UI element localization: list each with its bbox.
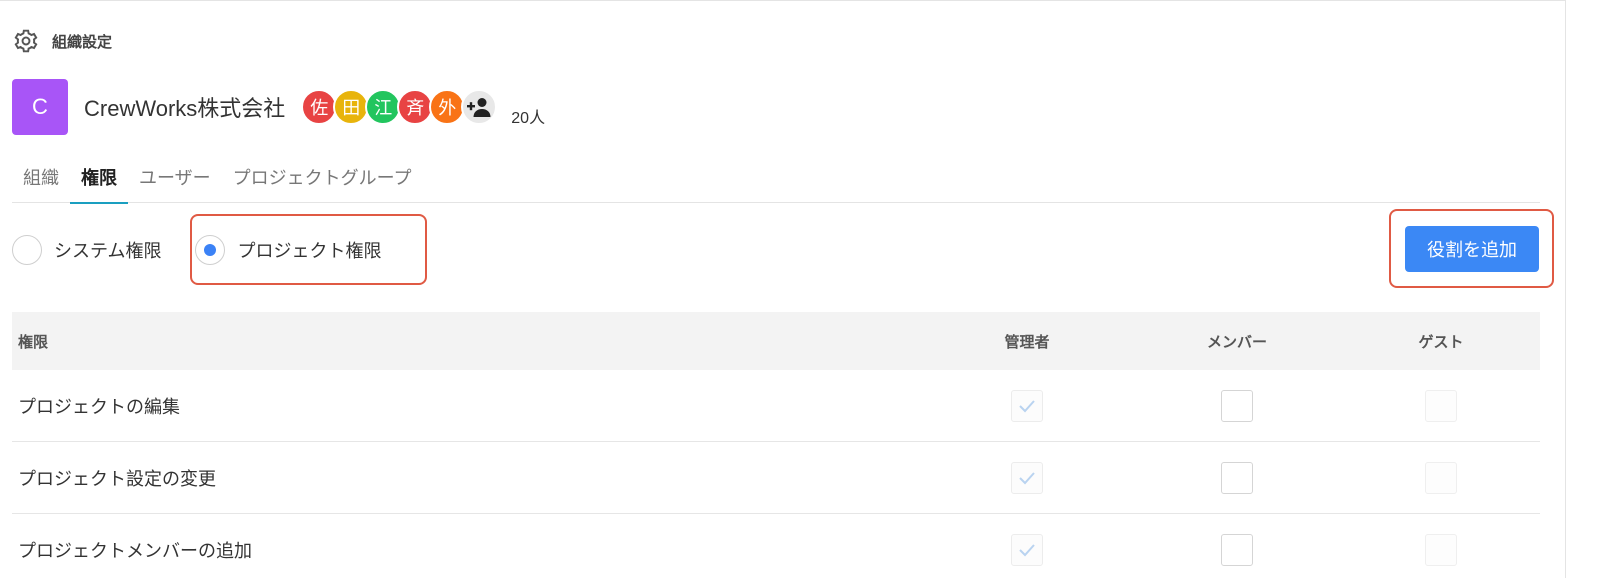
tab-users[interactable]: ユーザー xyxy=(128,151,222,203)
tab-permissions[interactable]: 権限 xyxy=(70,151,128,204)
guest-checkbox xyxy=(1425,389,1457,422)
gear-icon xyxy=(12,27,40,55)
highlight-box xyxy=(1389,209,1554,288)
column-header: 権限 xyxy=(18,333,49,351)
member-avatar[interactable]: 田 xyxy=(333,89,370,125)
tab-organization[interactable]: 組織 xyxy=(12,151,70,203)
member-avatar[interactable]: 佐 xyxy=(301,89,338,125)
table-row: プロジェクトの編集 xyxy=(12,370,1540,442)
member-checkbox[interactable] xyxy=(1221,533,1253,566)
permission-name: プロジェクトメンバーの追加 xyxy=(18,540,252,561)
org-settings-panel: 組織設定 C CrewWorks株式会社 佐 田 江 斉 外 20人 組織 権限… xyxy=(0,0,1566,578)
radio-unchecked-icon[interactable] xyxy=(12,235,42,265)
column-header: ゲスト xyxy=(1418,333,1464,351)
member-checkbox[interactable] xyxy=(1221,461,1253,494)
highlight-box xyxy=(190,214,427,285)
permissions-table: 権限 管理者 メンバー ゲスト プロジェクトの編集 プロジェクト設定の変更 プロ… xyxy=(12,312,1540,578)
org-name: CrewWorks株式会社 xyxy=(84,96,286,121)
org-avatar: C xyxy=(12,79,68,135)
settings-header: 組織設定 xyxy=(12,27,112,55)
member-avatar[interactable]: 江 xyxy=(365,89,402,125)
column-header: 管理者 xyxy=(1004,333,1050,351)
member-count: 20人 xyxy=(511,110,546,127)
permission-name: プロジェクト設定の変更 xyxy=(18,468,216,489)
table-row: プロジェクトメンバーの追加 xyxy=(12,514,1540,578)
admin-checkbox xyxy=(1011,389,1043,422)
guest-checkbox xyxy=(1425,533,1457,566)
table-row: プロジェクト設定の変更 xyxy=(12,442,1540,514)
admin-checkbox xyxy=(1011,461,1043,494)
org-info: C CrewWorks株式会社 佐 田 江 斉 外 20人 xyxy=(12,77,545,137)
settings-tabs: 組織 権限 ユーザー プロジェクトグループ xyxy=(12,151,1540,204)
add-member-icon[interactable] xyxy=(461,89,498,125)
system-permission-option[interactable]: システム権限 xyxy=(12,231,161,269)
column-header: メンバー xyxy=(1206,333,1267,351)
member-avatar[interactable]: 外 xyxy=(429,89,466,125)
table-header: 権限 管理者 メンバー ゲスト xyxy=(12,312,1540,370)
permission-name: プロジェクトの編集 xyxy=(18,396,180,417)
admin-checkbox xyxy=(1011,533,1043,566)
member-checkbox[interactable] xyxy=(1221,389,1253,422)
page-title: 組織設定 xyxy=(52,33,113,51)
guest-checkbox xyxy=(1425,461,1457,494)
tab-project-groups[interactable]: プロジェクトグループ xyxy=(222,151,423,203)
member-avatars[interactable]: 佐 田 江 斉 外 xyxy=(301,89,498,125)
member-avatar[interactable]: 斉 xyxy=(397,89,434,125)
system-permission-label: システム権限 xyxy=(54,241,162,261)
